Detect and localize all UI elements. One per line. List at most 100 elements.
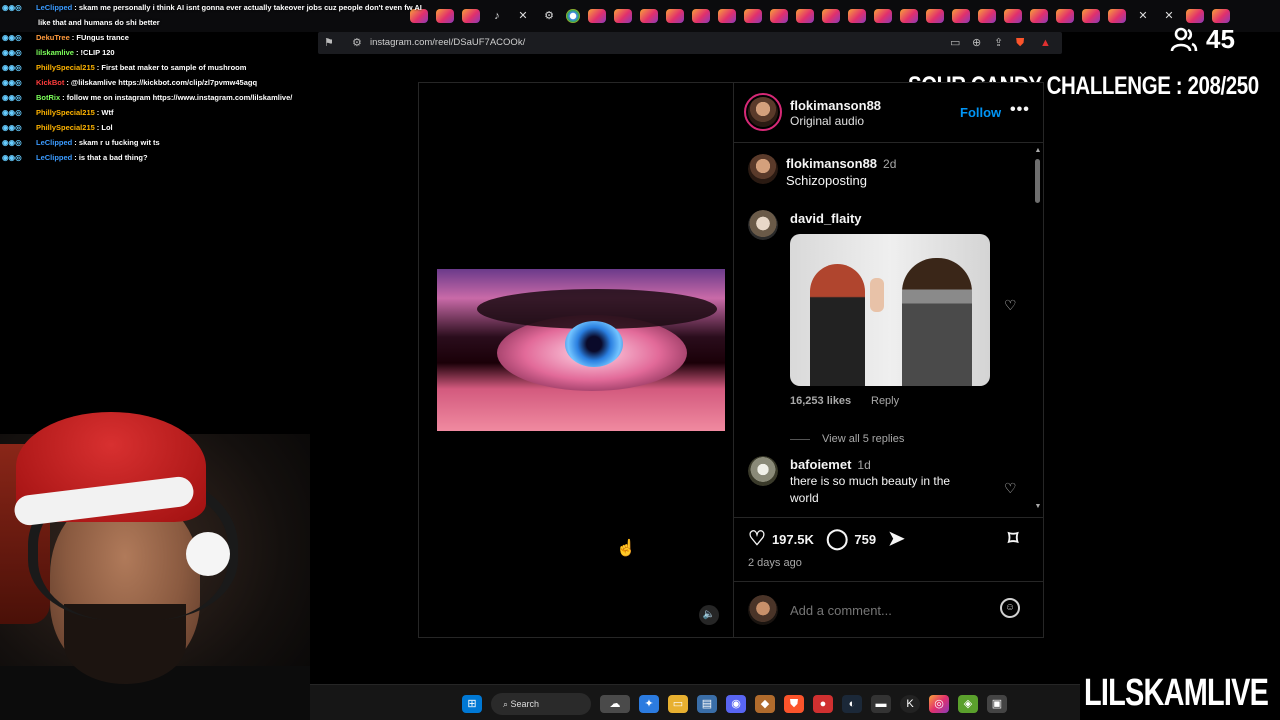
comment-button[interactable]: ◯ 759	[826, 528, 876, 550]
add-comment-input[interactable]	[790, 601, 990, 619]
instagram-tab-icon[interactable]	[1030, 9, 1048, 23]
instagram-tab-icon[interactable]	[588, 9, 606, 23]
instagram-tab-icon[interactable]	[1056, 9, 1074, 23]
app-icon[interactable]: ▬	[871, 695, 891, 713]
chat-text: : Wtf	[96, 108, 114, 117]
copilot-icon[interactable]: ✦	[639, 695, 659, 713]
chat-username[interactable]: DekuTree	[36, 33, 70, 42]
instagram-tab-icon[interactable]	[822, 9, 840, 23]
brave-shield-icon[interactable]: ⛊	[1016, 36, 1024, 50]
taskbar-search[interactable]: ⌕ Search	[491, 693, 591, 715]
like-button[interactable]: ♡ 197.5K	[748, 528, 814, 550]
settings-tab-icon[interactable]: ⚙	[540, 9, 558, 23]
reply-button[interactable]: Reply	[871, 395, 899, 407]
author-username[interactable]: flokimanson88	[790, 98, 881, 113]
chat-message: ◉◉◎ PhillySpecial215: First beat maker to…	[2, 60, 422, 75]
app-icon[interactable]: ▣	[987, 695, 1007, 713]
instagram-tab-icon[interactable]	[666, 9, 684, 23]
cast-icon[interactable]: ▭	[950, 36, 960, 50]
tiktok-tab-icon[interactable]: ♪	[488, 9, 506, 23]
instagram-tab-icon[interactable]	[462, 9, 480, 23]
brave-rewards-icon[interactable]: ▲	[1040, 36, 1051, 50]
instagram-tab-icon[interactable]	[1108, 9, 1126, 23]
discord-icon[interactable]: ◉	[726, 695, 746, 713]
chat-text: : follow me on instagram https://www.ins…	[62, 93, 293, 102]
reel-actions: ♡ 197.5K ◯ 759 ➤ ⌑ 2 days ago	[734, 517, 1044, 577]
instagram-tab-icon[interactable]	[744, 9, 762, 23]
instagram-tab-icon[interactable]	[1004, 9, 1022, 23]
chat-username[interactable]: PhillySpecial215	[36, 123, 95, 132]
instagram-tab-icon[interactable]	[718, 9, 736, 23]
zoom-icon[interactable]: ⊕	[972, 36, 981, 50]
windows-start-icon[interactable]: ⊞	[462, 695, 482, 713]
chat-username[interactable]: lilskamlive	[36, 48, 74, 57]
emoji-icon[interactable]: ☺	[1000, 598, 1020, 618]
chat-username[interactable]: LeClipped	[36, 138, 72, 147]
avatar[interactable]	[748, 210, 778, 240]
chat-username[interactable]: LeClipped	[36, 153, 72, 162]
like-comment-icon[interactable]: ♡	[1004, 480, 1017, 497]
chat-username[interactable]: LeClipped	[36, 3, 72, 12]
like-comment-icon[interactable]: ♡	[1004, 297, 1017, 314]
google-tab-icon[interactable]	[566, 9, 580, 23]
chat-username[interactable]: PhillySpecial215	[36, 63, 95, 72]
instagram-tab-icon[interactable]	[796, 9, 814, 23]
app-icon[interactable]: K	[900, 695, 920, 713]
comment-image[interactable]	[790, 234, 990, 386]
instagram-tab-icon[interactable]	[1082, 9, 1100, 23]
save-button[interactable]: ⌑	[1008, 528, 1018, 550]
instagram-tab-icon[interactable]	[1186, 9, 1204, 23]
caption-user[interactable]: flokimanson88	[786, 156, 877, 171]
app-icon[interactable]: ◈	[958, 695, 978, 713]
instagram-tab-icon[interactable]	[952, 9, 970, 23]
webcam-feed	[0, 404, 310, 720]
instagram-tab-icon[interactable]	[926, 9, 944, 23]
share-icon[interactable]: ⇪	[994, 36, 1003, 50]
steam-icon[interactable]: ◐	[842, 695, 862, 713]
instagram-tab-icon[interactable]	[874, 9, 892, 23]
avatar[interactable]	[748, 154, 778, 184]
share-button[interactable]: ➤	[888, 528, 905, 550]
instagram-tab-icon[interactable]	[614, 9, 632, 23]
instagram-tab-icon[interactable]	[900, 9, 918, 23]
chat-username[interactable]: PhillySpecial215	[36, 108, 95, 117]
view-replies-button[interactable]: View all 5 replies	[790, 433, 904, 445]
instagram-tab-icon[interactable]	[848, 9, 866, 23]
scroll-down-icon[interactable]: ▼	[1034, 503, 1042, 511]
own-avatar[interactable]	[748, 595, 778, 625]
x-tab-icon[interactable]: ✕	[1134, 9, 1152, 23]
address-bar[interactable]: ⚑ ⚙ instagram.com/reel/DSaUF7ACOOk/ ▭ ⊕ …	[318, 32, 1062, 54]
comment-username[interactable]: bafoiemet 1d	[790, 457, 871, 472]
scroll-thumb[interactable]	[1035, 159, 1040, 203]
instagram-tab-icon[interactable]	[978, 9, 996, 23]
more-options-button[interactable]: •••	[1010, 101, 1030, 119]
instagram-tab-icon[interactable]	[770, 9, 788, 23]
comment-user[interactable]: bafoiemet	[790, 457, 851, 472]
reel-video[interactable]: 🔈 ☝	[419, 83, 733, 637]
caption-username[interactable]: flokimanson88 2d	[786, 156, 896, 171]
comments-scrollbar[interactable]: ▲ ▼	[1034, 147, 1042, 511]
x-tab-icon[interactable]: ✕	[1160, 9, 1178, 23]
instagram-tab-icon[interactable]	[1212, 9, 1230, 23]
file-explorer-icon[interactable]: ▭	[668, 695, 688, 713]
brave-icon[interactable]: ⛊	[784, 695, 804, 713]
chat-badges-icon: ◉◉◎	[2, 123, 22, 132]
chat-username[interactable]: BotRix	[36, 93, 60, 102]
mute-button[interactable]: 🔈	[699, 605, 719, 625]
widgets-icon[interactable]: ☁	[600, 695, 630, 713]
instagram-tab-icon[interactable]	[692, 9, 710, 23]
avatar[interactable]	[748, 456, 778, 486]
app-icon[interactable]: ●	[813, 695, 833, 713]
store-icon[interactable]: ▤	[697, 695, 717, 713]
author-avatar[interactable]	[744, 93, 782, 131]
instagram-icon[interactable]: ◎	[929, 695, 949, 713]
x-tab-icon[interactable]: ✕	[514, 9, 532, 23]
app-icon[interactable]: ◆	[755, 695, 775, 713]
follow-button[interactable]: Follow	[960, 105, 1001, 120]
instagram-tab-icon[interactable]	[640, 9, 658, 23]
audio-label[interactable]: Original audio	[790, 114, 864, 128]
instagram-tab-icon[interactable]	[436, 9, 454, 23]
chat-username[interactable]: KickBot	[36, 78, 64, 87]
comment-username[interactable]: david_flaity	[790, 211, 862, 226]
scroll-up-icon[interactable]: ▲	[1034, 147, 1042, 155]
